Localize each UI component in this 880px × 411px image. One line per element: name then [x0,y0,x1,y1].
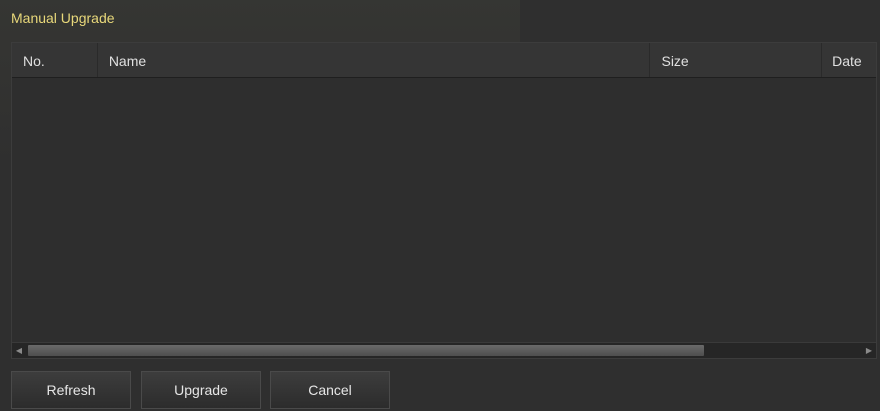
table-body [12,78,876,342]
dialog-title: Manual Upgrade [11,10,115,26]
scroll-right-arrow-icon[interactable]: ▶ [862,343,876,358]
column-header-size[interactable]: Size [650,43,823,77]
horizontal-scrollbar[interactable]: ◀ ▶ [12,342,876,358]
upgrade-button[interactable]: Upgrade [141,371,261,409]
upgrade-file-table: No. Name Size Date ◀ ▶ [11,42,877,359]
column-header-no[interactable]: No. [12,43,98,77]
scroll-left-arrow-icon[interactable]: ◀ [12,343,26,358]
refresh-button[interactable]: Refresh [11,371,131,409]
table-header: No. Name Size Date [12,43,876,78]
cancel-button[interactable]: Cancel [270,371,390,409]
column-header-name[interactable]: Name [98,43,651,77]
scrollbar-thumb[interactable] [28,345,704,356]
column-header-date[interactable]: Date [822,43,876,77]
